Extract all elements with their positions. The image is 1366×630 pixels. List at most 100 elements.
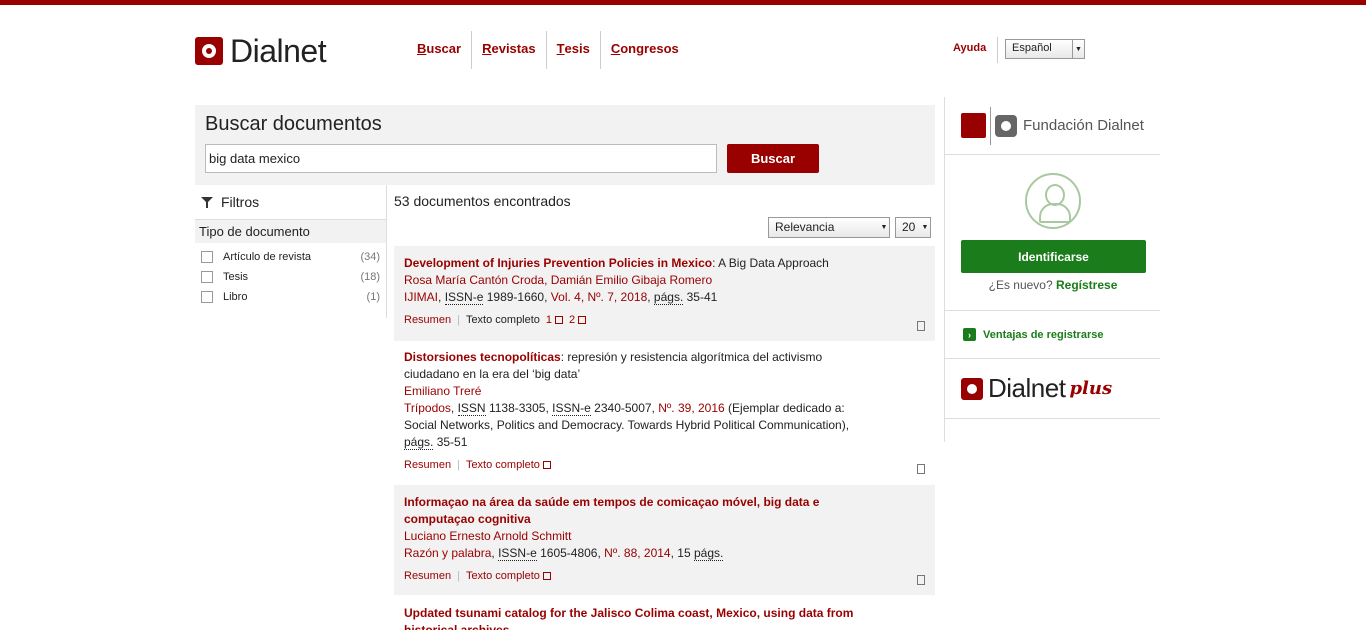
result-title[interactable]: Development of Injuries Prevention Polic… <box>404 256 712 270</box>
dialnet-logo-icon <box>995 114 1017 137</box>
external-link-icon <box>542 461 551 469</box>
issue-link[interactable]: Nº. 88, 2014 <box>604 546 670 560</box>
checkbox[interactable] <box>201 291 213 303</box>
result-authors[interactable]: Emiliano Treré <box>404 383 925 400</box>
result-links: Resumen | Texto completo <box>404 457 925 474</box>
document-icon[interactable] <box>917 575 925 585</box>
sidebar: Fundación Dialnet Identificarse ¿Es nuev… <box>944 97 1160 442</box>
document-icon[interactable] <box>917 321 925 331</box>
facet-count: (18) <box>360 271 380 283</box>
summary-link[interactable]: Resumen <box>404 457 451 474</box>
sort-select[interactable]: Relevancia ▼ <box>768 217 890 238</box>
fulltext-link[interactable]: Texto completo <box>466 457 551 474</box>
chevron-down-icon: ▼ <box>1072 40 1084 58</box>
journal-link[interactable]: Razón y palabra <box>404 546 491 560</box>
logo-text: Dialnet <box>230 33 327 69</box>
top-accent-bar <box>0 0 1366 5</box>
summary-link[interactable]: Resumen <box>404 568 451 585</box>
fundacion-seal-icon <box>961 113 986 138</box>
separator: | <box>457 314 460 326</box>
benefits-link[interactable]: › Ventajas de registrarse <box>945 311 1160 359</box>
filters-header[interactable]: Filtros <box>195 185 386 219</box>
filter-group-title: Tipo de documento <box>195 219 386 243</box>
register-prompt: ¿Es nuevo? Regístrese <box>988 278 1118 292</box>
result-item: Informaçao na área da saúde em tempos de… <box>394 485 935 595</box>
issue-link[interactable]: Nº. 39, 2016 <box>658 401 724 415</box>
nav-buscar[interactable]: Buscar <box>407 31 473 69</box>
facet-label: Artículo de revista <box>223 251 312 263</box>
fulltext-link-2[interactable]: 2 <box>569 312 587 329</box>
facet-count: (34) <box>360 251 380 263</box>
issue-link[interactable]: Vol. 4, Nº. 7, 2018 <box>551 290 647 304</box>
fundacion-dialnet-link[interactable]: Fundación Dialnet <box>945 97 1160 155</box>
search-button[interactable]: Buscar <box>727 144 819 173</box>
facet-label: Tesis <box>223 271 249 283</box>
result-item: Updated tsunami catalog for the Jalisco … <box>394 596 935 630</box>
result-title[interactable]: Informaçao na área da saúde em tempos de… <box>404 495 819 526</box>
journal-link[interactable]: IJIMAI <box>404 290 438 304</box>
plus-logo-text: Dialnet <box>988 373 1066 403</box>
external-link-icon <box>555 316 564 324</box>
chevron-down-icon: ▼ <box>880 224 888 231</box>
user-box: Identificarse ¿Es nuevo? Regístrese <box>945 155 1160 311</box>
result-links: Resumen | Texto completo <box>404 568 925 585</box>
checkbox[interactable] <box>201 271 213 283</box>
register-link[interactable]: Regístrese <box>1056 278 1117 292</box>
result-item: Distorsiones tecnopolíticas: represión y… <box>394 340 935 484</box>
filters-title: Filtros <box>221 194 260 210</box>
facet-label: Libro <box>223 291 248 303</box>
external-link-icon <box>542 572 551 580</box>
results-count: 53 documentos encontrados <box>394 193 571 209</box>
fundacion-text: Fundación Dialnet <box>1023 117 1144 134</box>
plus-logo-suffix: plus <box>1069 378 1113 399</box>
nav-tesis[interactable]: Tesis <box>547 31 601 69</box>
journal-link[interactable]: Trípodos <box>404 401 451 415</box>
filter-icon <box>201 196 213 208</box>
separator: | <box>457 570 460 582</box>
avatar-icon <box>1025 173 1081 229</box>
result-item: Development of Injuries Prevention Polic… <box>394 246 935 341</box>
per-page-value: 20 <box>902 220 916 234</box>
facet-articulo[interactable]: Artículo de revista (34) <box>195 247 386 267</box>
result-title[interactable]: Distorsiones tecnopolíticas <box>404 350 561 364</box>
login-button[interactable]: Identificarse <box>961 240 1146 273</box>
help-link[interactable]: Ayuda <box>953 42 986 54</box>
result-source: Trípodos, ISSN 1138-3305, ISSN-e 2340-50… <box>404 401 850 450</box>
summary-link[interactable]: Resumen <box>404 312 451 329</box>
dialnet-logo[interactable]: Dialnet <box>195 33 327 69</box>
fulltext-link-1[interactable]: 1 <box>546 312 564 329</box>
search-input[interactable]: big data mexico <box>205 144 717 173</box>
result-authors[interactable]: Rosa María Cantón Croda, Damián Emilio G… <box>404 272 925 289</box>
dialnet-logo-icon <box>195 37 223 65</box>
nav-revistas[interactable]: Revistas <box>472 31 547 69</box>
filters-panel: Filtros Tipo de documento Artículo de re… <box>195 185 387 318</box>
result-source: IJIMAI, ISSN-e 1989-1660, Vol. 4, Nº. 7,… <box>404 290 718 305</box>
page-title: Buscar documentos <box>205 113 382 135</box>
per-page-select[interactable]: 20 ▼ <box>895 217 931 238</box>
result-title[interactable]: Updated tsunami catalog for the Jalisco … <box>404 606 853 630</box>
dialnet-plus-link[interactable]: Dialnet plus <box>945 359 1160 419</box>
language-select[interactable]: Español ▼ <box>1005 39 1085 59</box>
header-divider <box>997 37 998 63</box>
document-icon[interactable] <box>917 464 925 474</box>
checkbox[interactable] <box>201 251 213 263</box>
result-links: Resumen | Texto completo 1 2 <box>404 312 925 329</box>
nav-congresos[interactable]: Congresos <box>601 31 689 69</box>
fulltext-link[interactable]: Texto completo <box>466 568 551 585</box>
main-nav: Buscar Revistas Tesis Congresos <box>407 31 689 69</box>
sort-value: Relevancia <box>775 220 835 234</box>
search-panel: Buscar documentos big data mexico Buscar <box>195 105 935 185</box>
facet-tesis[interactable]: Tesis (18) <box>195 267 386 287</box>
result-subtitle: : A Big Data Approach <box>712 256 829 270</box>
result-authors[interactable]: Luciano Ernesto Arnold Schmitt <box>404 528 925 545</box>
chevron-down-icon: ▼ <box>921 224 929 231</box>
chevron-right-icon: › <box>963 328 976 341</box>
separator: | <box>457 459 460 471</box>
facet-libro[interactable]: Libro (1) <box>195 287 386 307</box>
logo-divider <box>990 106 991 145</box>
result-source: Razón y palabra, ISSN-e 1605-4806, Nº. 8… <box>404 546 724 561</box>
dialnet-logo-icon <box>961 377 983 400</box>
fulltext-label: Texto completo <box>465 314 540 326</box>
language-value: Español <box>1012 42 1052 54</box>
facet-count: (1) <box>366 291 380 303</box>
